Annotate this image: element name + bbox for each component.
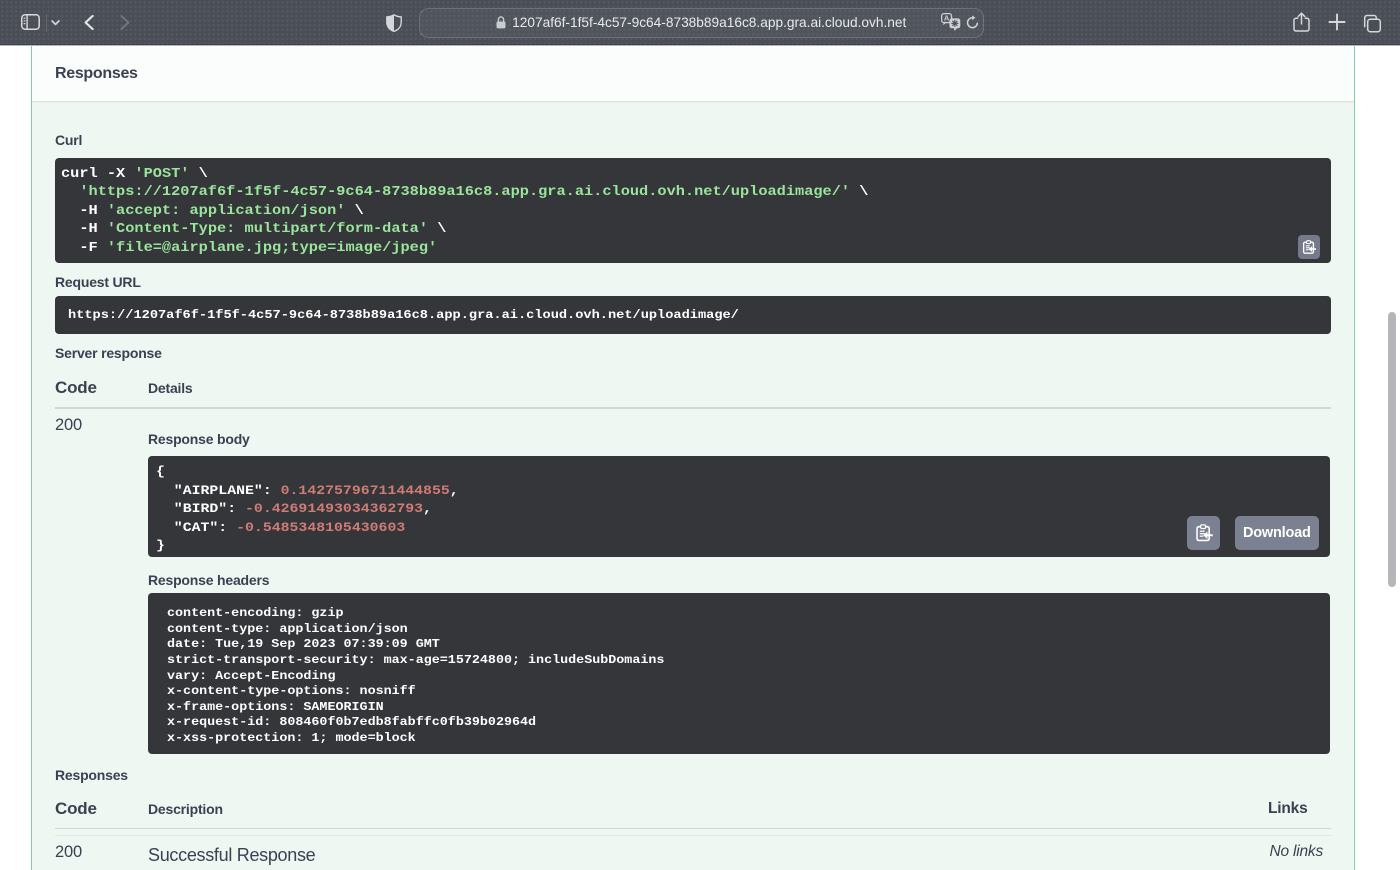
svg-text:A: A [943, 14, 949, 23]
